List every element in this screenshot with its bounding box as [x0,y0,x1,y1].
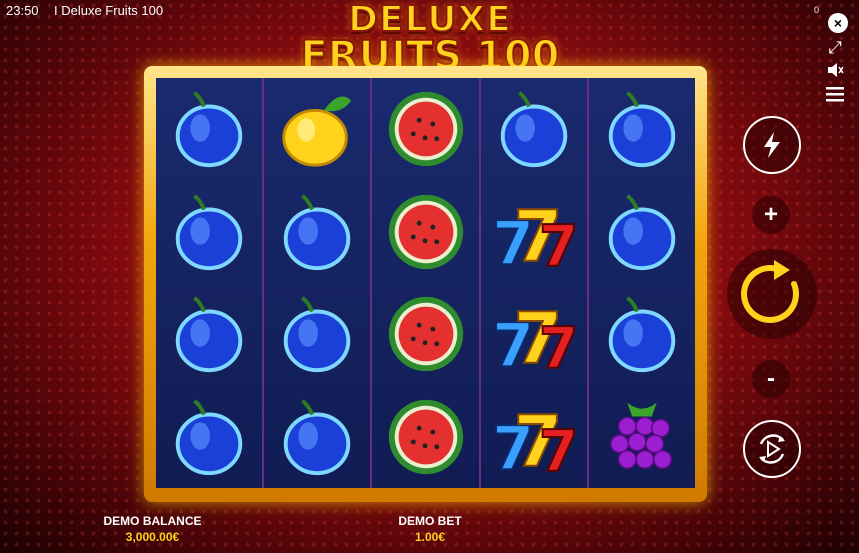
autoplay-button[interactable] [743,420,801,478]
plum-icon [589,283,695,386]
balance-label: DEMO BALANCE [103,514,202,528]
autoplay-icon [759,434,785,464]
plum-icon [156,386,262,489]
plum-icon [589,78,695,181]
watermelon-icon [372,78,478,181]
watermelon-icon [372,386,478,489]
bet-panel: DEMO BET 1.00€ [380,514,480,544]
balance-panel: DEMO BALANCE 3,000.00€ [95,514,210,544]
watermelon-icon [372,283,478,386]
reel-4: 777777777 [481,78,589,488]
bet-plus-button[interactable]: + [752,196,790,234]
bet-label: DEMO BET [398,514,462,528]
reel-1 [156,78,265,489]
sound-icon[interactable] [825,61,845,84]
lightning-icon [764,132,780,158]
seven-icon: 777 [481,386,587,489]
plum-icon [264,283,370,386]
reel-2 [264,78,373,489]
clock: 23:50 [6,3,39,18]
plum-icon [481,78,587,181]
bet-value: 1.00€ [414,530,446,544]
reels-area: 777777777 [156,78,695,488]
plum-icon [264,181,370,284]
plum-icon [156,181,262,284]
menu-icon[interactable] [825,86,845,107]
counter: 0 [814,5,820,15]
turbo-button[interactable] [743,116,801,174]
reel-5 [589,78,695,488]
plum-icon [156,283,262,386]
svg-text:7: 7 [539,214,578,276]
lemon-icon [264,78,370,181]
svg-text:7: 7 [539,316,578,378]
spin-arrow-icon [741,260,799,323]
reel-3 [372,78,481,489]
plum-icon [156,78,262,181]
plum-icon [589,181,695,284]
seven-icon: 777 [481,181,587,284]
plum-icon [264,386,370,489]
spin-button[interactable] [727,249,817,339]
svg-text:7: 7 [539,419,578,481]
bet-minus-button[interactable]: - [752,360,790,398]
fullscreen-icon[interactable]: ⤢ [825,38,845,58]
close-button[interactable]: × [828,13,848,33]
game-title: I Deluxe Fruits 100 [54,3,164,18]
game-logo: DELUXE FRUITS 100 [299,1,560,78]
seven-icon: 777 [481,283,587,386]
grapes-icon [589,386,695,489]
watermelon-icon [372,181,478,284]
balance-value: 3,000.00€ [125,530,180,544]
